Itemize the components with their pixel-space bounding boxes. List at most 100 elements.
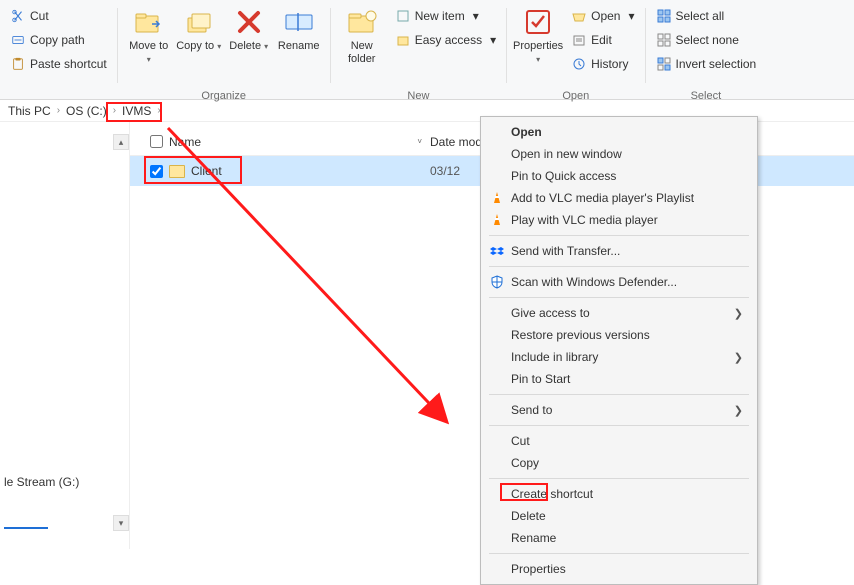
properties-button[interactable]: Properties ▾ xyxy=(513,4,563,66)
new-item-icon xyxy=(395,8,411,24)
ctx-delete-label: Delete xyxy=(507,509,743,523)
invert-selection-button[interactable]: Invert selection xyxy=(652,54,761,74)
select-none-icon xyxy=(656,32,672,48)
ctx-restore-previous[interactable]: Restore previous versions xyxy=(481,324,757,346)
submenu-arrow-icon: ❯ xyxy=(734,307,743,320)
ctx-give-access[interactable]: Give access to❯ xyxy=(481,302,757,324)
select-all-checkbox[interactable] xyxy=(150,135,163,148)
invert-selection-label: Invert selection xyxy=(676,57,757,71)
ctx-send-transfer-label: Send with Transfer... xyxy=(507,244,743,258)
paste-shortcut-button[interactable]: Paste shortcut xyxy=(6,54,111,74)
move-to-icon xyxy=(133,6,165,38)
ribbon-group-select: Select all Select none Invert selection xyxy=(646,4,767,88)
ctx-open-new-window[interactable]: Open in new window xyxy=(481,143,757,165)
ctx-create-shortcut-label: Create shortcut xyxy=(507,487,743,501)
nav-tree-item[interactable]: le Stream (G:) xyxy=(4,475,79,489)
new-folder-label: New folder xyxy=(339,40,385,66)
scroll-up-icon[interactable]: ▴ xyxy=(113,134,129,150)
vlc-cone-icon xyxy=(487,191,507,205)
breadcrumb-this-pc[interactable]: This PC xyxy=(4,104,55,118)
dropdown-icon: ▾ xyxy=(264,42,268,51)
scroll-down-icon[interactable]: ▾ xyxy=(113,515,129,531)
ctx-include-lib-label: Include in library xyxy=(507,350,734,364)
rename-label: Rename xyxy=(278,40,320,53)
submenu-arrow-icon: ❯ xyxy=(734,351,743,364)
selection-underline xyxy=(4,527,48,529)
nav-scrollbar[interactable]: ▴ ▾ xyxy=(113,134,129,531)
edit-button[interactable]: Edit xyxy=(567,30,638,50)
ctx-scan-defender-label: Scan with Windows Defender... xyxy=(507,275,743,289)
select-all-label: Select all xyxy=(676,9,725,23)
ctx-pin-quick-access[interactable]: Pin to Quick access xyxy=(481,165,757,187)
ctx-pin-start[interactable]: Pin to Start xyxy=(481,368,757,390)
select-none-label: Select none xyxy=(676,33,739,47)
rename-button[interactable]: Rename xyxy=(274,4,324,53)
select-all-icon xyxy=(656,8,672,24)
new-item-button[interactable]: New item ▾ xyxy=(391,6,500,26)
ribbon-group-new: New folder New item ▾ Easy access ▾ xyxy=(331,4,506,88)
vlc-cone-icon xyxy=(487,213,507,227)
ctx-create-shortcut[interactable]: Create shortcut xyxy=(481,483,757,505)
copy-path-button[interactable]: Copy path xyxy=(6,30,111,50)
ctx-send-transfer[interactable]: Send with Transfer... xyxy=(481,240,757,262)
breadcrumb-os-c[interactable]: OS (C:) xyxy=(62,104,111,118)
chevron-down-icon[interactable]: ˅ xyxy=(417,137,422,146)
ctx-delete[interactable]: Delete xyxy=(481,505,757,527)
open-button[interactable]: Open ▾ xyxy=(567,6,638,26)
breadcrumb-ivms[interactable]: IVMS xyxy=(118,104,155,118)
scroll-track[interactable] xyxy=(113,150,129,515)
edit-label: Edit xyxy=(591,33,612,47)
ctx-copy[interactable]: Copy xyxy=(481,452,757,474)
ctx-give-access-label: Give access to xyxy=(507,306,734,320)
file-name: Client xyxy=(191,164,222,178)
ctx-vlc-playlist[interactable]: Add to VLC media player's Playlist xyxy=(481,187,757,209)
cut-button[interactable]: Cut xyxy=(6,6,111,26)
chevron-right-icon: › xyxy=(111,105,118,116)
ctx-cut[interactable]: Cut xyxy=(481,430,757,452)
delete-label: Delete xyxy=(229,40,261,52)
ctx-pin-quick-label: Pin to Quick access xyxy=(507,169,743,183)
ctx-vlc-playlist-label: Add to VLC media player's Playlist xyxy=(507,191,743,205)
ribbon-group-organize: Move to ▾ Copy to ▾ Delete ▾ Rename xyxy=(118,4,330,88)
properties-label: Properties xyxy=(513,40,563,52)
dropbox-icon xyxy=(487,244,507,258)
ctx-properties-label: Properties xyxy=(507,562,743,576)
history-icon xyxy=(571,56,587,72)
ctx-send-to[interactable]: Send to❯ xyxy=(481,399,757,421)
ctx-vlc-play[interactable]: Play with VLC media player xyxy=(481,209,757,231)
dropdown-icon: ▾ xyxy=(536,55,540,64)
ctx-open-new-label: Open in new window xyxy=(507,147,743,161)
history-button[interactable]: History xyxy=(567,54,638,74)
ctx-scan-defender[interactable]: Scan with Windows Defender... xyxy=(481,271,757,293)
ctx-cut-label: Cut xyxy=(507,434,743,448)
copy-to-button[interactable]: Copy to ▾ xyxy=(174,4,224,53)
new-folder-button[interactable]: New folder xyxy=(337,4,387,66)
row-checkbox[interactable] xyxy=(150,165,163,178)
ribbon: Cut Copy path Paste shortcut Move to ▾ C… xyxy=(0,0,854,100)
dropdown-icon: ▾ xyxy=(147,55,151,64)
ctx-open-label: Open xyxy=(507,125,743,139)
ctx-rename-label: Rename xyxy=(507,531,743,545)
copy-path-label: Copy path xyxy=(30,33,85,47)
folder-icon xyxy=(169,165,185,178)
easy-access-label: Easy access xyxy=(415,33,482,47)
move-to-button[interactable]: Move to ▾ xyxy=(124,4,174,66)
context-menu: Open Open in new window Pin to Quick acc… xyxy=(480,116,758,585)
ctx-properties[interactable]: Properties xyxy=(481,558,757,580)
new-folder-icon xyxy=(346,6,378,38)
cut-label: Cut xyxy=(30,9,49,23)
select-all-button[interactable]: Select all xyxy=(652,6,761,26)
ctx-vlc-play-label: Play with VLC media player xyxy=(507,213,743,227)
ctx-rename[interactable]: Rename xyxy=(481,527,757,549)
delete-x-icon xyxy=(233,6,265,38)
ctx-include-library[interactable]: Include in library❯ xyxy=(481,346,757,368)
move-to-label: Move to xyxy=(129,40,168,52)
ctx-pin-start-label: Pin to Start xyxy=(507,372,743,386)
paste-shortcut-label: Paste shortcut xyxy=(30,57,107,71)
easy-access-button[interactable]: Easy access ▾ xyxy=(391,30,500,50)
column-name[interactable]: Name ˅ xyxy=(150,135,430,149)
ctx-open[interactable]: Open xyxy=(481,121,757,143)
delete-button[interactable]: Delete ▾ xyxy=(224,4,274,53)
history-label: History xyxy=(591,57,628,71)
select-none-button[interactable]: Select none xyxy=(652,30,761,50)
